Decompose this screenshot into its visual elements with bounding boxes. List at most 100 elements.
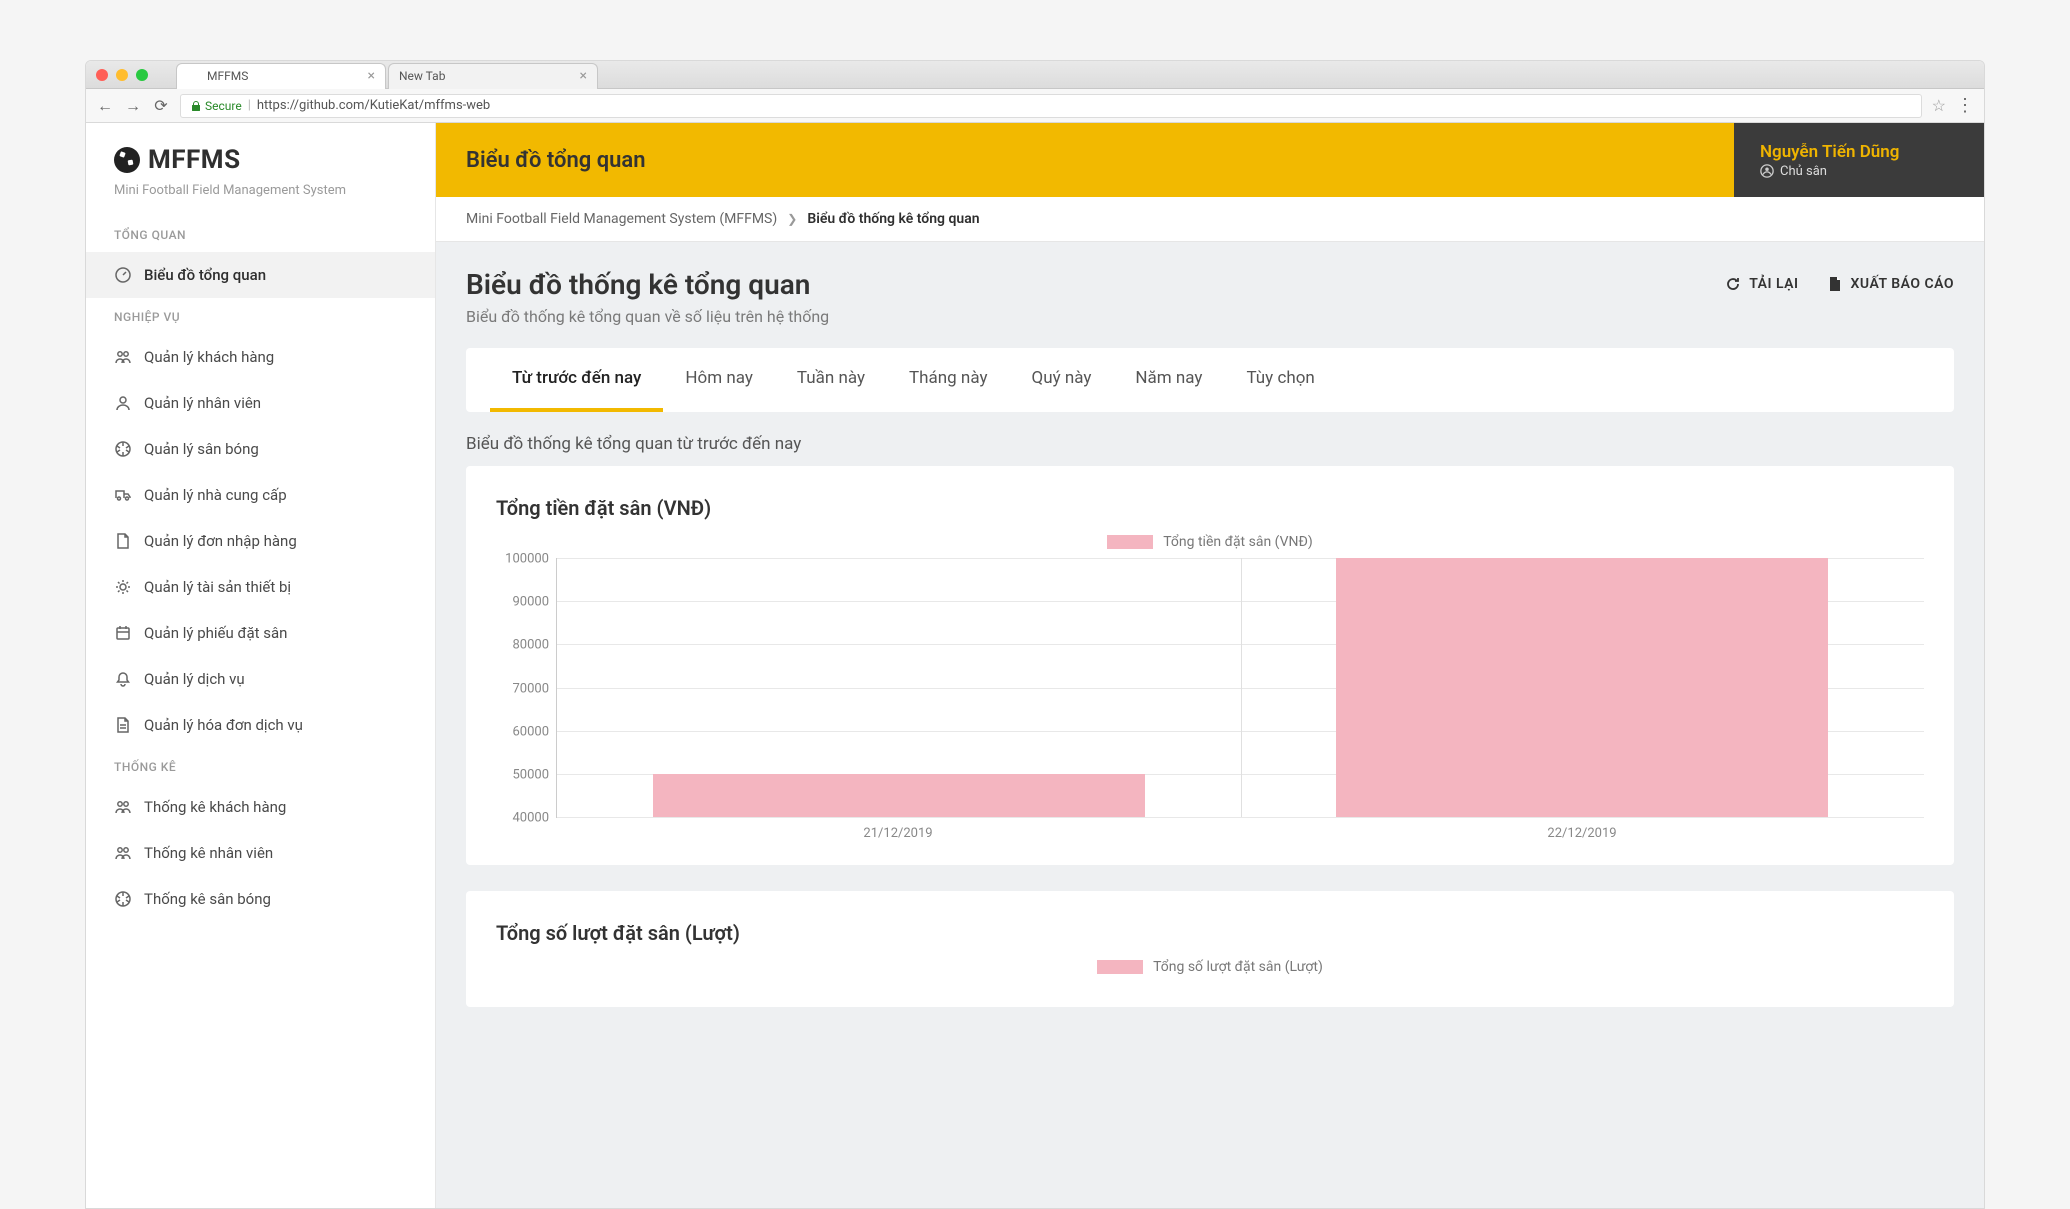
sidebar-item-label: Thống kê nhân viên xyxy=(144,844,273,862)
range-tab[interactable]: Quý này xyxy=(1010,348,1114,412)
invoice-icon xyxy=(114,716,132,734)
nav-section-title: TỔNG QUAN xyxy=(86,216,435,252)
page-title: Biểu đồ thống kê tổng quan xyxy=(466,268,829,301)
chart-legend: Tổng số lượt đặt sân (Lượt) xyxy=(496,959,1924,975)
sidebar-item-label: Quản lý khách hàng xyxy=(144,348,274,366)
breadcrumb: Mini Football Field Management System (M… xyxy=(436,197,1984,242)
user-role: Chủ sân xyxy=(1760,164,1958,179)
sidebar: MFFMS Mini Football Field Management Sys… xyxy=(86,123,436,1208)
chart-plot: 400005000060000700008000090000100000 xyxy=(556,558,1924,818)
sidebar-item[interactable]: Thống kê sân bóng xyxy=(86,876,435,922)
football-icon xyxy=(114,890,132,908)
range-tab[interactable]: Hôm nay xyxy=(663,348,775,412)
export-button[interactable]: XUẤT BÁO CÁO xyxy=(1827,276,1954,292)
sidebar-item[interactable]: Quản lý tài sản thiết bị xyxy=(86,564,435,610)
y-tick-label: 80000 xyxy=(512,638,549,653)
users-icon xyxy=(114,348,132,366)
calendar-icon xyxy=(114,624,132,642)
browser-tab-active[interactable]: MFFMS × xyxy=(176,63,386,89)
sidebar-item[interactable]: Quản lý dịch vụ xyxy=(86,656,435,702)
file-export-icon xyxy=(1827,276,1843,292)
nav-section-title: THỐNG KÊ xyxy=(86,748,435,784)
sidebar-item[interactable]: Quản lý phiếu đặt sân xyxy=(86,610,435,656)
address-bar[interactable]: Secure | https://github.com/KutieKat/mff… xyxy=(180,94,1922,118)
chart-legend: Tổng tiền đặt sân (VNĐ) xyxy=(496,534,1924,550)
truck-icon xyxy=(114,486,132,504)
secure-label: Secure xyxy=(205,99,242,113)
y-tick-label: 40000 xyxy=(512,811,549,826)
chart-bar xyxy=(653,774,1145,817)
users-icon xyxy=(114,844,132,862)
sidebar-item[interactable]: Quản lý sân bóng xyxy=(86,426,435,472)
x-axis: 21/12/201922/12/2019 xyxy=(556,818,1924,841)
truck-icon xyxy=(114,486,132,504)
range-tab[interactable]: Năm nay xyxy=(1113,348,1224,412)
sidebar-item-label: Quản lý tài sản thiết bị xyxy=(144,578,291,596)
user-name: Nguyễn Tiến Dũng xyxy=(1760,142,1958,162)
range-summary: Biểu đồ thống kê tổng quan từ trước đến … xyxy=(466,434,1954,454)
dashboard-icon xyxy=(114,266,132,284)
sidebar-item-label: Thống kê sân bóng xyxy=(144,890,271,908)
file-icon xyxy=(114,532,132,550)
user-role-label: Chủ sân xyxy=(1780,164,1827,179)
lock-icon xyxy=(191,101,201,111)
tab-close-button[interactable]: × xyxy=(368,68,375,84)
breadcrumb-current: Biểu đồ thống kê tổng quan xyxy=(807,211,979,227)
user-panel[interactable]: Nguyễn Tiến Dũng Chủ sân xyxy=(1734,123,1984,197)
range-tab[interactable]: Tuần này xyxy=(775,348,887,412)
range-tab[interactable]: Tùy chọn xyxy=(1224,348,1336,412)
sidebar-item-label: Quản lý sân bóng xyxy=(144,440,259,458)
sidebar-item[interactable]: Quản lý nhân viên xyxy=(86,380,435,426)
window-close-button[interactable] xyxy=(96,69,108,81)
sidebar-item[interactable]: Thống kê nhân viên xyxy=(86,830,435,876)
sidebar-item-label: Quản lý phiếu đặt sân xyxy=(144,624,287,642)
sidebar-item-label: Thống kê khách hàng xyxy=(144,798,286,816)
legend-swatch xyxy=(1097,960,1143,974)
y-tick-label: 70000 xyxy=(512,681,549,696)
users-icon xyxy=(114,348,132,366)
page-actions: TẢI LẠI XUẤT BÁO CÁO xyxy=(1725,276,1954,292)
window-maximize-button[interactable] xyxy=(136,69,148,81)
browser-tab[interactable]: New Tab × xyxy=(388,63,598,89)
legend-label: Tổng số lượt đặt sân (Lượt) xyxy=(1153,959,1323,975)
users-icon xyxy=(114,798,132,816)
legend-swatch xyxy=(1107,535,1153,549)
sidebar-item[interactable]: Quản lý nhà cung cấp xyxy=(86,472,435,518)
calendar-icon xyxy=(114,624,132,642)
football-icon xyxy=(114,440,132,458)
favicon-icon xyxy=(187,69,201,83)
browser-window: MFFMS × New Tab × ← → ⟳ Secure | https:/… xyxy=(85,60,1985,1209)
bell-icon xyxy=(114,670,132,688)
gear-icon xyxy=(114,578,132,596)
bookmark-button[interactable]: ☆ xyxy=(1932,96,1946,115)
sidebar-item-label: Quản lý dịch vụ xyxy=(144,670,245,688)
tab-close-button[interactable]: × xyxy=(580,68,587,84)
users-icon xyxy=(114,798,132,816)
brand-name: MFFMS xyxy=(148,145,241,175)
reload-button[interactable]: ⟳ xyxy=(152,97,170,115)
tab-title: MFFMS xyxy=(207,69,248,83)
sidebar-item-label: Biểu đồ tổng quan xyxy=(144,266,266,284)
chart-title: Tổng tiền đặt sân (VNĐ) xyxy=(496,496,1924,520)
sidebar-item[interactable]: Quản lý khách hàng xyxy=(86,334,435,380)
sidebar-item[interactable]: Thống kê khách hàng xyxy=(86,784,435,830)
sidebar-item[interactable]: Quản lý đơn nhập hàng xyxy=(86,518,435,564)
breadcrumb-root[interactable]: Mini Football Field Management System (M… xyxy=(466,211,777,227)
football-icon xyxy=(114,440,132,458)
sidebar-item-label: Quản lý nhà cung cấp xyxy=(144,486,287,504)
window-minimize-button[interactable] xyxy=(116,69,128,81)
export-label: XUẤT BÁO CÁO xyxy=(1851,276,1954,292)
reload-button[interactable]: TẢI LẠI xyxy=(1725,276,1798,292)
reload-label: TẢI LẠI xyxy=(1749,276,1798,292)
sidebar-item[interactable]: Biểu đồ tổng quan xyxy=(86,252,435,298)
secure-badge: Secure xyxy=(191,99,242,113)
back-button[interactable]: ← xyxy=(96,97,114,115)
range-tab[interactable]: Từ trước đến nay xyxy=(490,348,663,412)
range-tab[interactable]: Tháng này xyxy=(887,348,1009,412)
forward-button[interactable]: → xyxy=(124,97,142,115)
file-icon xyxy=(114,532,132,550)
chart-bar xyxy=(1336,558,1828,817)
x-tick-label: 22/12/2019 xyxy=(1240,818,1924,841)
sidebar-item[interactable]: Quản lý hóa đơn dịch vụ xyxy=(86,702,435,748)
sidebar-item-label: Quản lý đơn nhập hàng xyxy=(144,532,297,550)
